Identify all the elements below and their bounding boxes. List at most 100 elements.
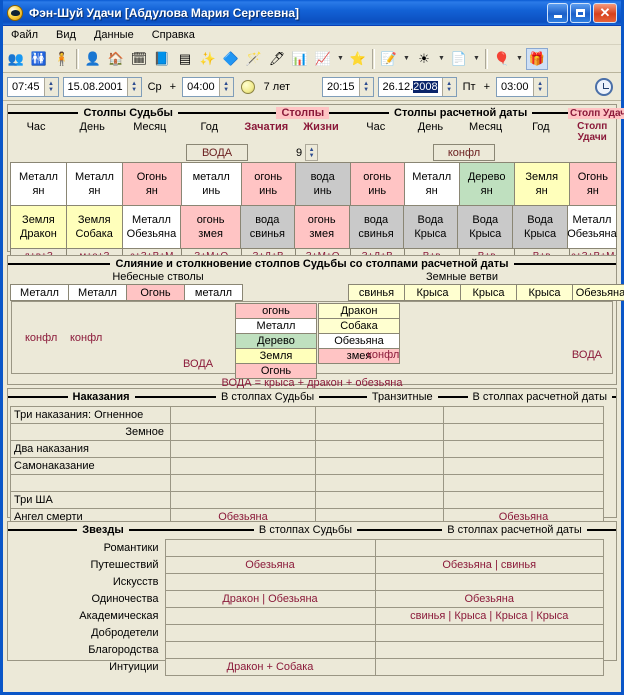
menu-item-view[interactable]: Вид: [56, 29, 76, 41]
minimize-button[interactable]: [547, 2, 568, 23]
sun-burst-icon[interactable]: ☀: [413, 48, 435, 70]
people-group-icon[interactable]: 👥: [5, 48, 27, 70]
punishment-calc-value[interactable]: [443, 423, 604, 441]
calc-offset-spinner[interactable]: ▲ ▼: [532, 77, 547, 96]
text-list-dropdown-icon[interactable]: ▼: [471, 48, 482, 70]
branch-cell[interactable]: Вода Крыса: [512, 205, 568, 249]
note-edit-dropdown-icon[interactable]: ▼: [401, 48, 412, 70]
person-split-icon[interactable]: 🚻: [28, 48, 50, 70]
clock-icon[interactable]: [595, 77, 613, 96]
calc-date-spinner[interactable]: ▲ ▼: [441, 77, 456, 96]
birth-date-input[interactable]: 15.08.2001 ▲ ▼: [62, 76, 142, 97]
sun-burst-dropdown-icon[interactable]: ▼: [436, 48, 447, 70]
star-calc-value[interactable]: [374, 624, 604, 642]
punishment-fate-value[interactable]: [170, 440, 316, 458]
note-edit-icon[interactable]: 📝: [378, 48, 400, 70]
punishment-fate-value[interactable]: [170, 406, 316, 424]
punishment-fate-value[interactable]: [170, 423, 316, 441]
star-fate-value[interactable]: [164, 539, 376, 557]
close-button[interactable]: ✕: [593, 2, 617, 23]
calc-time-spinner[interactable]: ▲ ▼: [358, 77, 373, 96]
calc-date-input[interactable]: 26.12.2008 ▲ ▼: [377, 76, 457, 97]
branch-cell[interactable]: Земля Дракон: [10, 205, 67, 249]
star-calc-value[interactable]: свинья | Крыса | Крыса | Крыса: [374, 607, 604, 625]
user-pair-icon[interactable]: 👤: [82, 48, 104, 70]
stem-cell[interactable]: Металл ян: [403, 162, 460, 206]
person-arrow-icon[interactable]: 🧍: [51, 48, 73, 70]
punishment-transit-value[interactable]: [315, 440, 444, 458]
star-fate-value[interactable]: [164, 607, 376, 625]
stem-cell[interactable]: Дерево ян: [458, 162, 515, 206]
star-calc-value[interactable]: [374, 539, 604, 557]
gift-icon[interactable]: 🎁: [526, 47, 548, 70]
chart-edit-dropdown-icon[interactable]: ▼: [335, 48, 346, 70]
punishment-transit-value[interactable]: [315, 491, 444, 509]
stem-cell[interactable]: огонь инь: [240, 162, 296, 206]
birth-offset-spinner[interactable]: ▲ ▼: [218, 77, 233, 96]
table-icon[interactable]: ▤: [174, 48, 196, 70]
stem-cell[interactable]: вода инь: [294, 162, 351, 206]
punishment-calc-value[interactable]: [443, 491, 604, 509]
stem-cell[interactable]: Огонь ян: [568, 162, 617, 206]
birth-offset-input[interactable]: 04:00 ▲ ▼: [182, 76, 234, 97]
moon-icon[interactable]: [240, 79, 255, 94]
punishment-fate-value[interactable]: [170, 474, 316, 492]
branch-cell[interactable]: Вода Крыса: [402, 205, 459, 249]
menu-item-data[interactable]: Данные: [94, 29, 134, 41]
stem-cell[interactable]: Металл ян: [65, 162, 123, 206]
conception-spinner[interactable]: ▲ ▼: [305, 144, 319, 161]
house-icon[interactable]: 🏠: [105, 48, 127, 70]
star-fate-value[interactable]: [164, 624, 376, 642]
branch-cell[interactable]: Металл Обезьяна: [121, 205, 182, 249]
star-fate-value[interactable]: Дракон + Собака: [164, 658, 376, 676]
birth-time-spinner[interactable]: ▲ ▼: [43, 77, 58, 96]
calc-time-input[interactable]: 20:15 ▲ ▼: [322, 76, 374, 97]
star-calc-value[interactable]: [374, 641, 604, 659]
stem-cell[interactable]: Огонь ян: [121, 162, 182, 206]
star-fate-value[interactable]: Дракон | Обезьяна: [164, 590, 376, 608]
bar-chart-icon[interactable]: 📊: [289, 48, 311, 70]
punishment-calc-value[interactable]: [443, 474, 604, 492]
branch-cell[interactable]: огонь змея: [180, 205, 241, 249]
book-icon[interactable]: 📘: [151, 48, 173, 70]
punishment-fate-value[interactable]: [170, 457, 316, 475]
birth-date-spinner[interactable]: ▲ ▼: [126, 77, 141, 96]
pen-icon[interactable]: 🖊: [266, 48, 288, 70]
calc-offset-input[interactable]: 03:00 ▲ ▼: [496, 76, 548, 97]
punishment-calc-value[interactable]: [443, 457, 604, 475]
star-calc-value[interactable]: [374, 573, 604, 591]
star-calc-value[interactable]: [374, 658, 604, 676]
star-calc-value[interactable]: Обезьяна | свинья: [374, 556, 604, 574]
text-list-icon[interactable]: 📄: [448, 48, 470, 70]
maximize-button[interactable]: [570, 2, 591, 23]
punishment-transit-value[interactable]: [315, 406, 444, 424]
punishment-calc-value[interactable]: [443, 440, 604, 458]
balloons-icon[interactable]: 🎈: [491, 48, 513, 70]
stem-cell[interactable]: огонь инь: [349, 162, 405, 206]
branch-cell[interactable]: Земля Собака: [65, 205, 123, 249]
punishment-fate-value[interactable]: [170, 491, 316, 509]
punishment-calc-value[interactable]: [443, 406, 604, 424]
balloons-dropdown-icon[interactable]: ▼: [514, 48, 525, 70]
calendar-icon[interactable]: 🗓: [128, 48, 150, 70]
punishment-transit-value[interactable]: [315, 423, 444, 441]
stem-cell[interactable]: Металл ян: [10, 162, 67, 206]
stem-cell[interactable]: металл инь: [180, 162, 242, 206]
menu-item-file[interactable]: Файл: [11, 29, 38, 41]
menu-item-help[interactable]: Справка: [152, 29, 195, 41]
star-icon[interactable]: ⭐: [347, 48, 369, 70]
chart-edit-icon[interactable]: 📈: [312, 48, 334, 70]
info-diamond-icon[interactable]: 🔷: [220, 48, 242, 70]
star-fate-value[interactable]: [164, 641, 376, 659]
branch-cell[interactable]: огонь змея: [293, 205, 350, 249]
branch-cell[interactable]: Вода Крыса: [457, 205, 514, 249]
star-fate-value[interactable]: Обезьяна: [164, 556, 376, 574]
branch-cell[interactable]: Металл Обезьяна: [566, 205, 617, 249]
birth-time-input[interactable]: 07:45 ▲ ▼: [7, 76, 59, 97]
star-fate-value[interactable]: [164, 573, 376, 591]
magic-wand-icon[interactable]: 🪄: [243, 48, 265, 70]
stem-cell[interactable]: Земля ян: [513, 162, 570, 206]
stars-icon[interactable]: ✨: [197, 48, 219, 70]
branch-cell[interactable]: вода свинья: [348, 205, 404, 249]
branch-cell[interactable]: вода свинья: [239, 205, 295, 249]
